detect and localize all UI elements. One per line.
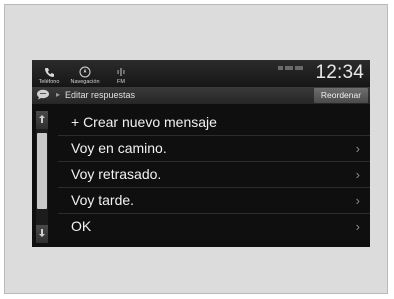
scroll-up-button[interactable] bbox=[36, 111, 48, 129]
clock-display: 12:34 bbox=[315, 62, 364, 83]
list-item-create-message[interactable]: + Crear nuevo mensaje bbox=[58, 110, 370, 136]
scroll-down-icon bbox=[38, 225, 46, 243]
list-item[interactable]: Voy retrasado. › bbox=[58, 162, 370, 188]
chevron-right-icon: › bbox=[355, 219, 360, 234]
scrollbar-thumb[interactable] bbox=[37, 133, 47, 209]
nav-fm-label: FM bbox=[117, 79, 125, 85]
header-bar: ▸ Editar respuestas Reordenar bbox=[32, 87, 370, 104]
list-item[interactable]: Voy tarde. › bbox=[58, 188, 370, 214]
breadcrumb-arrow-icon: ▸ bbox=[56, 90, 61, 99]
top-bar: Teléfono Navegación FM 12:34 bbox=[32, 60, 370, 87]
list-item-label: + Crear nuevo mensaje bbox=[71, 114, 217, 130]
chevron-right-icon: › bbox=[355, 167, 360, 182]
list-item[interactable]: Voy en camino. › bbox=[58, 136, 370, 162]
list-item[interactable]: OK › bbox=[58, 214, 370, 240]
compass-icon bbox=[78, 66, 92, 78]
radio-icon bbox=[114, 66, 128, 78]
scroll-up-icon bbox=[38, 111, 46, 129]
chevron-right-icon: › bbox=[355, 193, 360, 208]
screenshot-frame: Teléfono Navegación FM 12:34 ▸ Editar re… bbox=[4, 4, 388, 294]
reorder-button[interactable]: Reordenar bbox=[314, 88, 368, 103]
nav-navegacion-label: Navegación bbox=[70, 79, 100, 85]
nav-fm-button[interactable]: FM bbox=[110, 60, 132, 87]
list-item-label: Voy retrasado. bbox=[71, 166, 162, 182]
list-item-label: Voy tarde. bbox=[71, 192, 135, 208]
infotainment-screen: Teléfono Navegación FM 12:34 ▸ Editar re… bbox=[32, 60, 370, 247]
scroll-down-button[interactable] bbox=[36, 225, 48, 243]
nav-telefono-button[interactable]: Teléfono bbox=[34, 60, 64, 87]
message-bubble-icon bbox=[36, 87, 50, 105]
phone-icon bbox=[42, 66, 56, 78]
list-item-label: Voy en camino. bbox=[71, 140, 167, 156]
chevron-right-icon: › bbox=[355, 141, 360, 156]
back-button[interactable] bbox=[34, 88, 52, 103]
status-icons bbox=[278, 65, 304, 73]
page-title: Editar respuestas bbox=[65, 90, 136, 100]
reply-list: + Crear nuevo mensaje Voy en camino. › V… bbox=[58, 110, 370, 240]
list-item-label: OK bbox=[71, 218, 92, 234]
nav-navegacion-button[interactable]: Navegación bbox=[65, 60, 105, 87]
